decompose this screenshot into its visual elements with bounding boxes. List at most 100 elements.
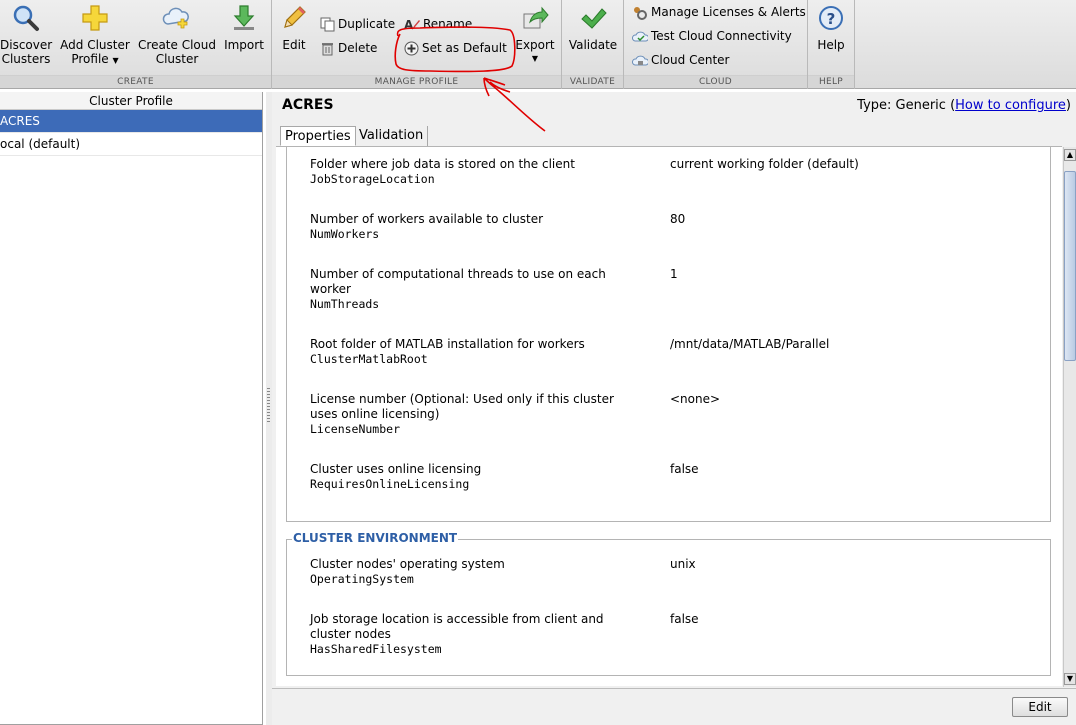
import-label: Import [224,38,264,52]
profile-item-acres[interactable]: ACRES [0,110,262,133]
manage-licenses-button[interactable]: Manage Licenses & Alerts [632,2,806,22]
cluster-profile-list: Cluster Profile ACRES ocal (default) [0,92,263,725]
edit-profile-button[interactable]: Edit [278,2,310,52]
pencil-icon [284,6,306,28]
create-section-label: CREATE [0,75,271,88]
validate-section: Validate VALIDATE [562,0,624,89]
cloud-add-icon [162,7,189,29]
magnifier-icon [13,5,39,31]
properties-group: Folder where job data is stored on the c… [286,147,1051,522]
property-description: Number of workers available to cluster [310,212,544,226]
create-section: Discover Clusters Add Cluster Profile ▼ … [0,0,272,89]
tab-properties[interactable]: Properties [280,126,356,146]
set-as-default-label: Set as Default [422,41,507,55]
property-value[interactable]: /mnt/data/MATLAB/Parallel [670,337,829,352]
property-value[interactable]: false [670,462,699,477]
help-section-label: HELP [808,75,854,88]
property-label: License number (Optional: Used only if t… [310,392,630,437]
discover-clusters-button[interactable]: Discover Clusters [0,2,52,66]
property-name: NumThreads [310,297,380,311]
cloud-section-label: CLOUD [624,75,807,88]
type-prefix: Type: Generic ( [857,98,956,113]
property-label: Number of computational threads to use o… [310,267,630,312]
cloud-center-button[interactable]: Cloud Center [631,50,729,70]
property-value[interactable]: false [670,612,699,627]
property-description: Cluster nodes' operating system [310,557,505,571]
toolstrip: Discover Clusters Add Cluster Profile ▼ … [0,0,1076,89]
discover-label-2: Clusters [1,52,51,66]
test-cloud-connectivity-button[interactable]: Test Cloud Connectivity [631,26,792,46]
delete-button[interactable]: Delete [320,38,377,58]
properties-scroll-area: Folder where job data is stored on the c… [276,146,1062,686]
cluster-profile-header: Cluster Profile [0,92,262,110]
set-as-default-button[interactable]: Set as Default [404,38,507,58]
svg-text:?: ? [827,10,836,28]
profile-title: ACRES [282,97,334,113]
property-description: License number (Optional: Used only if t… [310,392,614,421]
add-plus-icon [82,5,108,31]
export-label: Export [515,38,555,52]
cluster-environment-heading: CLUSTER ENVIRONMENT [292,531,459,545]
duplicate-button[interactable]: Duplicate [320,14,395,34]
delete-label: Delete [338,41,378,55]
bottom-bar: Edit [272,688,1076,725]
property-value[interactable]: 80 [670,212,685,227]
checkmark-icon [581,8,607,29]
add-label-1: Add Cluster [60,38,130,52]
svg-text:A: A [404,18,414,32]
profile-type: Type: Generic (How to configure) [857,98,1071,113]
edit-label: Edit [282,38,306,52]
scroll-up-icon[interactable]: ▲ [1064,149,1076,161]
add-cluster-profile-button[interactable]: Add Cluster Profile ▼ [58,2,132,68]
profile-details-panel: ACRES Type: Generic (How to configure) P… [272,92,1076,725]
scrollbar-thumb[interactable] [1064,171,1076,361]
property-name: RequiresOnlineLicensing [310,477,470,491]
profile-item-local[interactable]: ocal (default) [0,133,262,156]
property-name: HasSharedFilesystem [310,642,442,656]
property-label: Cluster nodes' operating system Operatin… [310,557,640,587]
property-name: LicenseNumber [310,422,401,436]
cloud-label-2: Cluster [155,52,199,66]
property-label: Number of workers available to cluster N… [310,212,640,242]
manage-profile-section: Edit Duplicate Delete A Rename Set as De… [272,0,562,89]
export-button[interactable]: Export ▼ [514,2,556,66]
validate-section-label: VALIDATE [562,75,623,88]
tab-validation[interactable]: Validation [355,126,429,146]
add-label-2: Profile [71,52,109,66]
export-dropdown-icon: ▼ [531,54,539,63]
property-name: NumWorkers [310,227,380,241]
discover-label-1: Discover [0,38,53,52]
property-value[interactable]: <none> [670,392,720,407]
help-button[interactable]: ? Help [812,2,850,52]
help-section: ? Help HELP [808,0,855,89]
property-name: JobStorageLocation [310,172,435,186]
scroll-down-icon[interactable]: ▼ [1064,673,1076,685]
property-description: Number of computational threads to use o… [310,267,606,296]
property-label: Job storage location is accessible from … [310,612,630,657]
rename-label: Rename [423,17,473,31]
edit-button[interactable]: Edit [1012,697,1068,717]
property-label: Folder where job data is stored on the c… [310,157,640,187]
property-value[interactable]: 1 [670,267,678,282]
property-value[interactable]: current working folder (default) [670,157,859,172]
licenses-gear-icon [634,7,647,20]
property-description: Folder where job data is stored on the c… [310,157,575,171]
property-label: Root folder of MATLAB installation for w… [310,337,640,367]
splitter-grip-icon[interactable] [267,388,270,424]
property-description: Root folder of MATLAB installation for w… [310,337,585,351]
create-cloud-cluster-button[interactable]: Create Cloud Cluster [136,2,218,66]
validate-button[interactable]: Validate [566,2,620,52]
property-description: Job storage location is accessible from … [310,612,604,641]
rename-button[interactable]: A Rename [404,14,472,34]
vertical-scrollbar[interactable]: ▲ ▼ [1063,147,1076,687]
plus-circle-icon [404,41,419,56]
test-connectivity-label: Test Cloud Connectivity [651,29,792,43]
import-button[interactable]: Import [222,2,266,52]
manage-section-label: MANAGE PROFILE [272,75,561,88]
cloud-label-1: Create Cloud [138,38,216,52]
property-value[interactable]: unix [670,557,696,572]
cloud-test-icon [631,31,650,42]
how-to-configure-link[interactable]: How to configure [955,98,1066,113]
property-label: Cluster uses online licensing RequiresOn… [310,462,640,492]
type-suffix: ) [1065,98,1071,113]
